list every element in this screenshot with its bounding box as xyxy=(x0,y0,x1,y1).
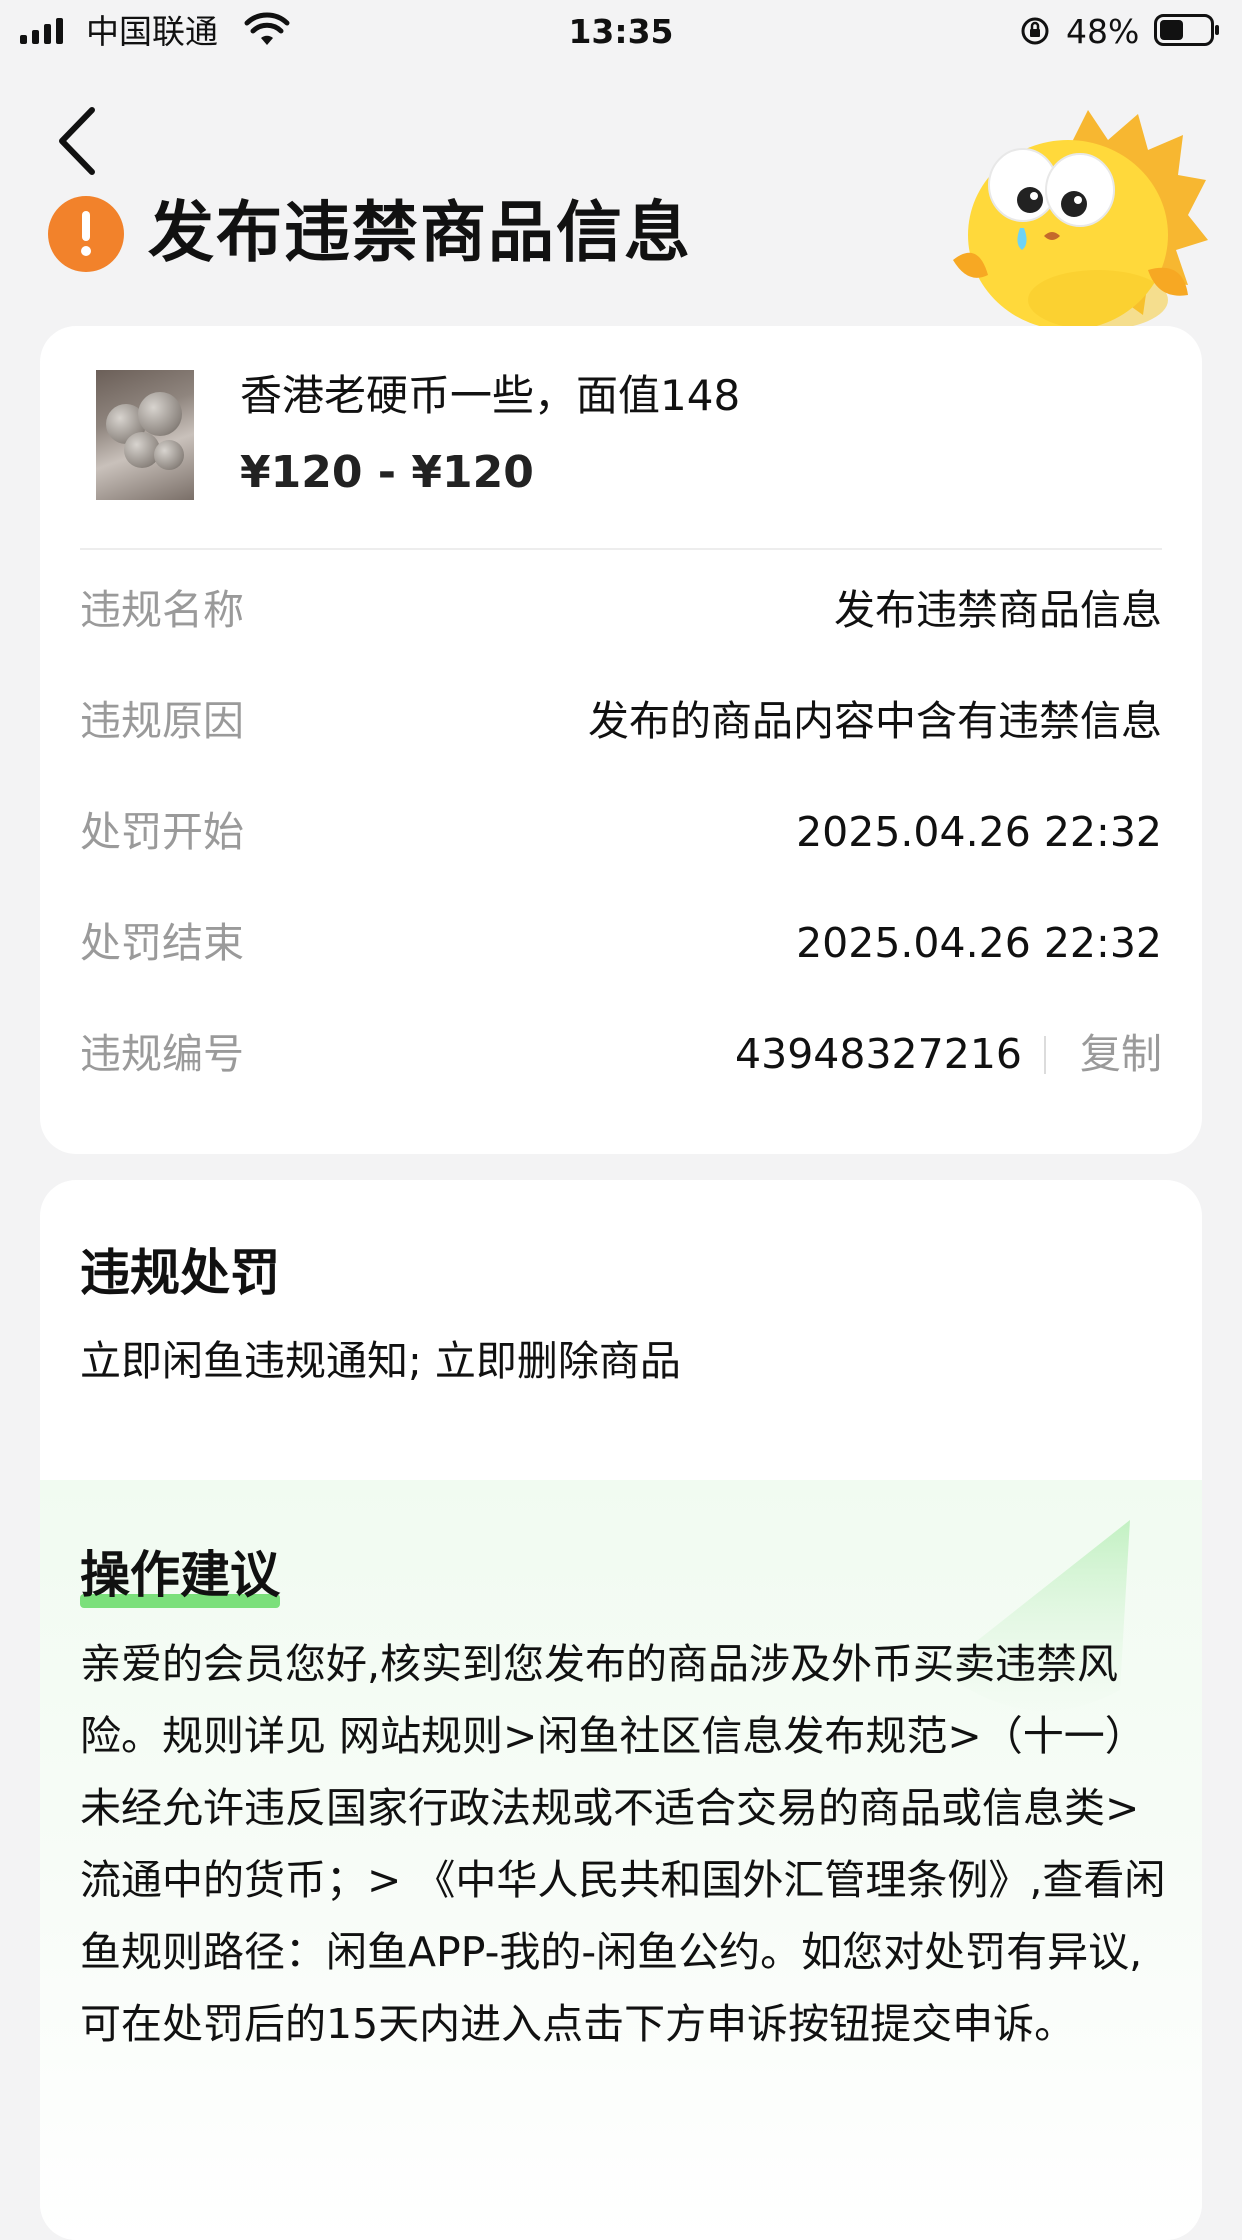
violation-info-card: 香港老硬币一些，面值148 ¥120 - ¥120 违规名称 发布违禁商品信息 … xyxy=(40,326,1202,1154)
fish-mascot-icon xyxy=(953,110,1208,330)
detail-value: 2025.04.26 22:32 xyxy=(796,808,1162,856)
product-title[interactable]: 香港老硬币一些，面值148 xyxy=(240,368,740,424)
separator xyxy=(1044,1036,1046,1074)
status-bar: 中国联通 13:35 48% xyxy=(0,0,1242,64)
page-title: 发布违禁商品信息 xyxy=(148,194,692,271)
detail-row-violation-name: 违规名称 发布违禁商品信息 xyxy=(80,580,1162,640)
advice-section-title: 操作建议 xyxy=(80,1546,280,1604)
penalty-text: 立即闲鱼违规通知; 立即删除商品 xyxy=(80,1337,681,1385)
detail-row-penalty-end: 处罚结束 2025.04.26 22:32 xyxy=(80,913,1162,973)
detail-value: 发布的商品内容中含有违禁信息 xyxy=(588,697,1162,745)
divider xyxy=(80,548,1162,550)
detail-row-violation-reason: 违规原因 发布的商品内容中含有违禁信息 xyxy=(80,691,1162,751)
back-chevron-left-icon[interactable] xyxy=(54,104,102,178)
orientation-lock-icon xyxy=(1021,16,1050,45)
detail-label: 违规原因 xyxy=(80,697,244,745)
battery-percentage: 48% xyxy=(1066,12,1140,51)
detail-label: 违规名称 xyxy=(80,586,244,634)
product-price: ¥120 - ¥120 xyxy=(240,447,534,498)
product-thumbnail[interactable] xyxy=(96,370,194,500)
advice-text: 亲爱的会员您好,核实到您发布的商品涉及外币买卖违禁风险。规则详见 网站规则>闲鱼… xyxy=(80,1640,1166,2048)
detail-value: 2025.04.26 22:32 xyxy=(796,919,1162,967)
detail-label: 处罚结束 xyxy=(80,919,244,967)
detail-row-violation-id: 违规编号 43948327216 复制 xyxy=(80,1024,1162,1084)
advice-title-wrap: 操作建议 xyxy=(80,1540,280,1610)
status-time: 13:35 xyxy=(568,12,674,51)
detail-row-penalty-start: 处罚开始 2025.04.26 22:32 xyxy=(80,802,1162,862)
battery-icon xyxy=(1154,14,1219,46)
detail-value: 发布违禁商品信息 xyxy=(834,586,1162,634)
exclamation-circle-icon xyxy=(48,196,124,272)
penalty-section-title: 违规处罚 xyxy=(80,1244,280,1302)
violation-id-value: 43948327216 xyxy=(735,1030,1022,1078)
penalty-card: 违规处罚 立即闲鱼违规通知; 立即删除商品 操作建议 亲爱的会员您好,核实到您发… xyxy=(40,1180,1202,2240)
detail-label: 违规编号 xyxy=(80,1030,244,1078)
detail-label: 处罚开始 xyxy=(80,808,244,856)
copy-button[interactable]: 复制 xyxy=(1080,1024,1162,1084)
